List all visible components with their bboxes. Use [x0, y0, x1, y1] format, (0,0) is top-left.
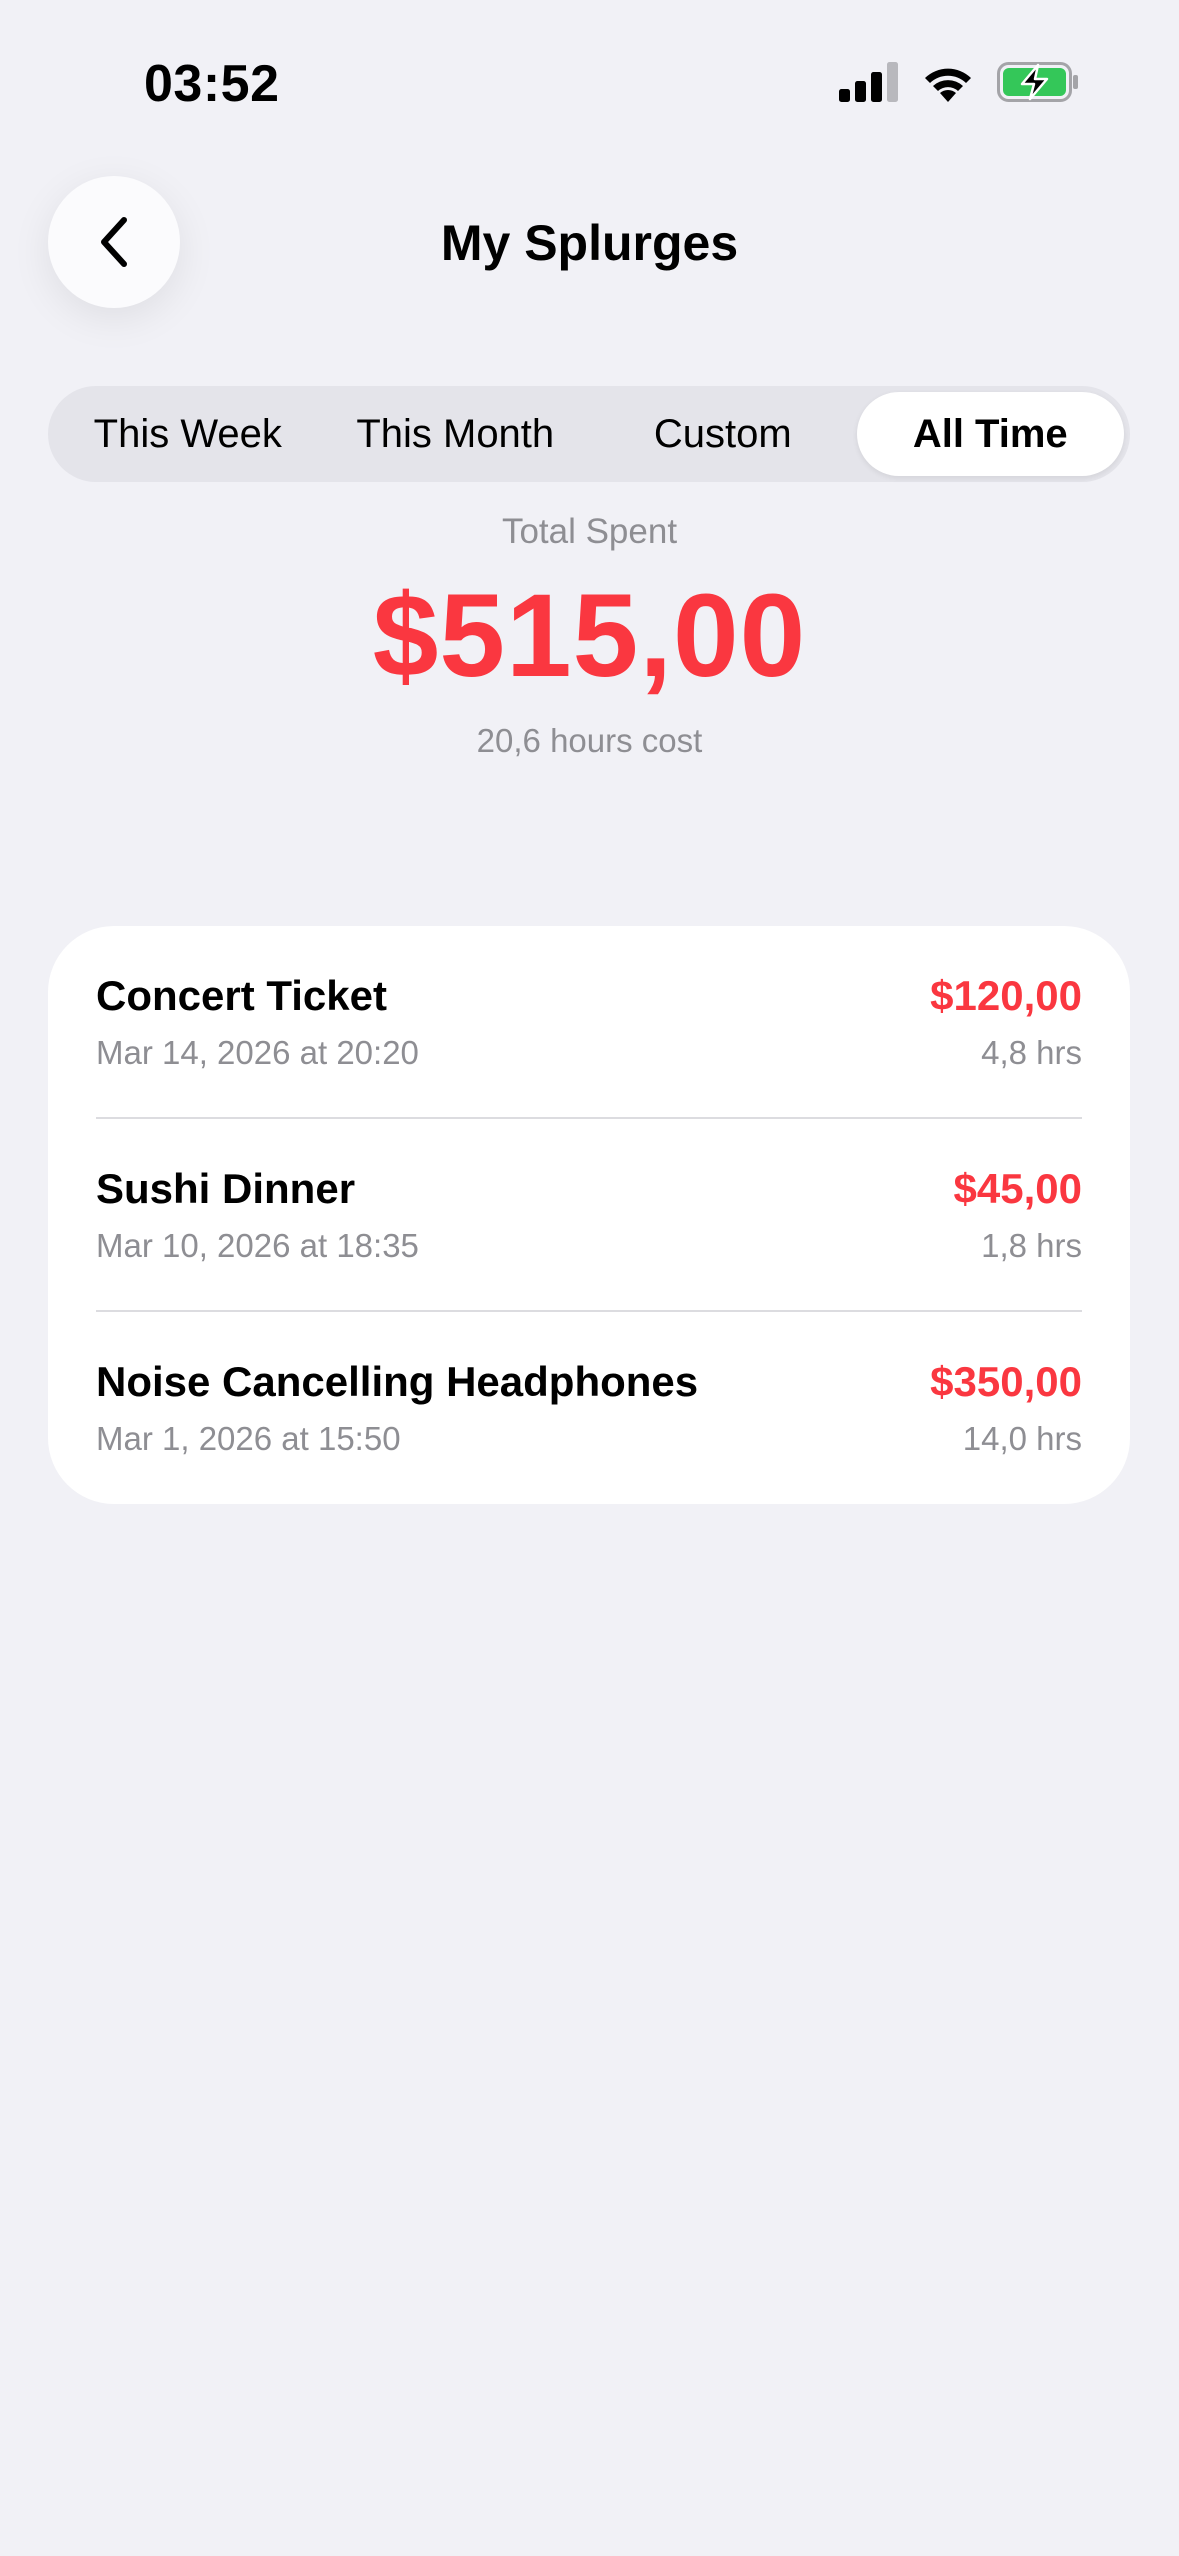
splurge-hours: 1,8 hrs: [981, 1227, 1082, 1264]
segment-this-month[interactable]: This Month: [322, 392, 590, 476]
segment-all-time[interactable]: All Time: [856, 392, 1124, 476]
splurge-list: Concert Ticket Mar 14, 2026 at 20:20 $12…: [48, 926, 1130, 1504]
splurge-row[interactable]: Concert Ticket Mar 14, 2026 at 20:20 $12…: [96, 926, 1082, 1119]
splurge-hours: 4,8 hrs: [981, 1034, 1082, 1071]
splurge-row[interactable]: Noise Cancelling Headphones Mar 1, 2026 …: [96, 1312, 1082, 1505]
page-title: My Splurges: [440, 215, 739, 271]
splurge-row[interactable]: Sushi Dinner Mar 10, 2026 at 18:35 $45,0…: [96, 1119, 1082, 1312]
battery-charging-icon: [997, 62, 1078, 102]
splurge-name: Sushi Dinner: [96, 1165, 356, 1212]
total-spent-amount: $515,00: [372, 570, 807, 702]
total-hours-cost: 20,6 hours cost: [476, 722, 703, 759]
splurge-date: Mar 14, 2026 at 20:20: [96, 1034, 419, 1071]
splurge-hours: 14,0 hrs: [962, 1420, 1082, 1457]
segment-custom[interactable]: Custom: [589, 392, 857, 476]
status-time: 03:52: [144, 55, 280, 113]
cellular-signal-icon: [839, 62, 898, 102]
splurge-name: Noise Cancelling Headphones: [96, 1358, 699, 1405]
splurge-name: Concert Ticket: [96, 972, 387, 1019]
splurge-date: Mar 10, 2026 at 18:35: [96, 1227, 419, 1264]
wifi-icon: [925, 68, 971, 102]
splurge-date: Mar 1, 2026 at 15:50: [96, 1420, 401, 1457]
screen: 03:52 My Splurges This Week This Month C…: [0, 0, 1179, 2556]
splurge-amount: $350,00: [930, 1358, 1082, 1405]
time-range-segmented-control: This Week This Month Custom All Time: [48, 386, 1130, 482]
total-spent-label: Total Spent: [501, 512, 678, 551]
splurge-amount: $45,00: [953, 1165, 1082, 1212]
segment-this-week[interactable]: This Week: [54, 392, 322, 476]
splurge-amount: $120,00: [930, 972, 1082, 1019]
status-icons: [839, 62, 1079, 102]
